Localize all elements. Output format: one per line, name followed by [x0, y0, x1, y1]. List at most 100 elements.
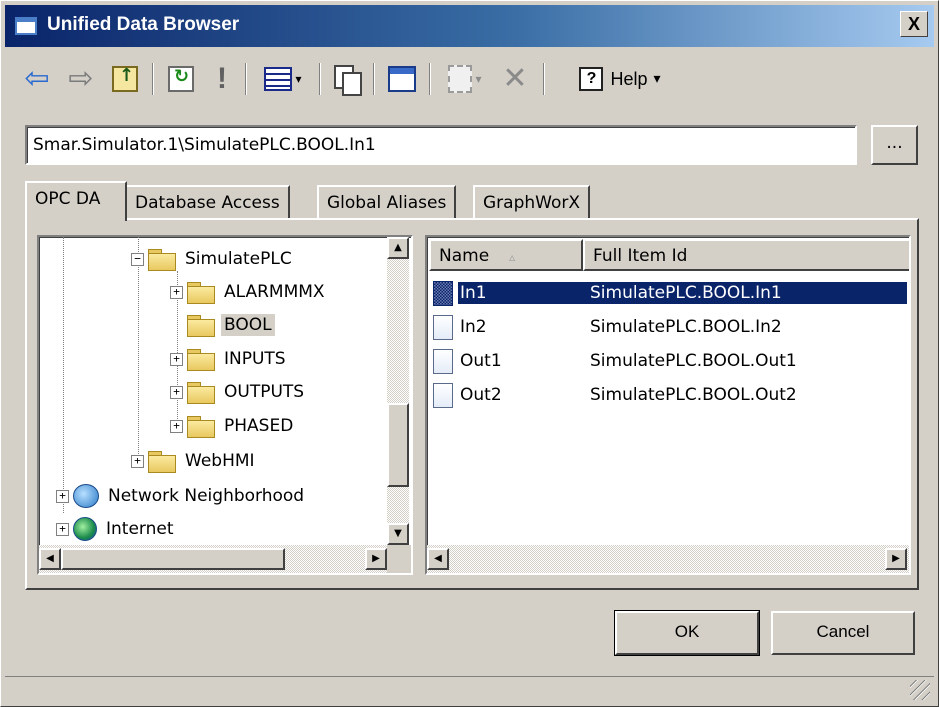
scroll-thumb[interactable] — [61, 548, 285, 570]
tree-view[interactable]: − SimulatePLC + ALARMMMX BOOL + INPUTS +… — [37, 235, 413, 575]
refresh-icon — [168, 66, 194, 92]
list-horizontal-scrollbar[interactable]: ◀ ▶ — [427, 545, 909, 573]
folder-icon — [187, 349, 215, 371]
toolbar-separator — [245, 63, 247, 95]
expand-toggle[interactable]: + — [56, 489, 69, 503]
resize-grip-icon[interactable] — [910, 680, 930, 700]
toolbar-separator — [152, 63, 154, 95]
tree-node-label: WebHMI — [185, 451, 255, 471]
cancel-button[interactable]: Cancel — [771, 611, 915, 655]
globe-icon — [73, 517, 97, 541]
chevron-down-icon: ▾ — [653, 71, 661, 87]
new-item-button[interactable]: ▾ — [439, 61, 491, 97]
item-name: Out1 — [460, 351, 502, 371]
tab-database-access[interactable]: Database Access — [125, 185, 290, 219]
tree-horizontal-scrollbar[interactable]: ◀ ▶ — [39, 545, 387, 573]
window-button[interactable] — [383, 61, 421, 97]
tree-node[interactable]: + INPUTS — [170, 344, 289, 374]
status-bar — [5, 676, 934, 704]
list-row[interactable]: In2 SimulatePLC.BOOL.In2 — [433, 312, 907, 342]
back-arrow-icon: ⇦ — [24, 61, 50, 96]
help-icon: ? — [579, 67, 604, 91]
expand-toggle[interactable]: + — [170, 285, 183, 299]
scroll-right-button[interactable]: ▶ — [365, 548, 387, 570]
tree-node-selected[interactable]: BOOL — [170, 310, 275, 340]
delete-button[interactable]: ✕ — [497, 61, 533, 97]
scroll-right-button[interactable]: ▶ — [885, 548, 907, 570]
help-label: Help — [610, 68, 648, 89]
list-row-selected[interactable]: In1 SimulatePLC.BOOL.In1 — [433, 278, 907, 308]
tree-node[interactable]: + OUTPUTS — [170, 377, 307, 407]
item-address-field[interactable]: Smar.Simulator.1\SimulatePLC.BOOL.In1 — [25, 125, 857, 165]
refresh-button[interactable] — [163, 61, 199, 97]
tree-node-label: BOOL — [221, 314, 275, 336]
delete-icon: ✕ — [502, 62, 528, 95]
tag-item-icon — [433, 280, 453, 306]
tree-node[interactable]: + Network Neighborhood — [56, 481, 307, 511]
expand-toggle[interactable]: + — [170, 419, 183, 433]
tree-node-label: SimulatePLC — [185, 249, 292, 269]
copy-button[interactable] — [329, 61, 365, 97]
scroll-left-button[interactable]: ◀ — [427, 548, 449, 570]
expand-toggle[interactable]: + — [56, 522, 69, 536]
toolbar: ⇦ ⇨ ! ▾ ▾ ✕ — [19, 57, 919, 101]
collapse-toggle[interactable]: − — [131, 252, 144, 266]
list-row[interactable]: Out1 SimulatePLC.BOOL.Out1 — [433, 346, 907, 376]
window-icon — [388, 66, 416, 92]
scroll-left-button[interactable]: ◀ — [39, 548, 61, 570]
expand-toggle[interactable]: + — [170, 352, 183, 366]
tree-node[interactable]: + ALARMMMX — [170, 277, 328, 307]
item-full-id: SimulatePLC.BOOL.In1 — [588, 282, 907, 304]
title-bar[interactable]: Unified Data Browser X — [5, 5, 934, 47]
tab-opc-da[interactable]: OPC DA — [25, 181, 127, 221]
scroll-thumb[interactable] — [387, 403, 409, 487]
back-button[interactable]: ⇦ — [19, 61, 55, 97]
exclamation-icon: ! — [217, 62, 227, 95]
tree-node-label: INPUTS — [224, 349, 286, 369]
tab-global-aliases[interactable]: Global Aliases — [317, 185, 457, 219]
column-header-label: Name — [439, 246, 490, 266]
tab-graphworx[interactable]: GraphWorX — [473, 185, 590, 219]
expand-toggle[interactable]: + — [170, 385, 183, 399]
folder-icon — [187, 382, 215, 404]
tree-node-label: Internet — [106, 519, 174, 539]
column-header-full-item-id[interactable]: Full Item Id — [583, 239, 909, 271]
tree-guide-line — [63, 237, 64, 513]
tree-node[interactable]: + WebHMI — [131, 446, 258, 476]
alert-button[interactable]: ! — [207, 61, 237, 97]
item-full-id: SimulatePLC.BOOL.In2 — [590, 317, 782, 337]
browse-button[interactable]: ... — [871, 125, 918, 165]
window-title: Unified Data Browser — [47, 14, 240, 35]
tree-node-label: OUTPUTS — [224, 382, 305, 402]
view-menu-icon — [264, 67, 293, 91]
toolbar-separator — [319, 63, 321, 95]
folder-icon — [148, 451, 176, 473]
tag-item-icon — [433, 382, 453, 408]
item-list-view[interactable]: Name ▵ Full Item Id In1 SimulatePLC.BOOL.… — [425, 235, 911, 575]
item-full-id: SimulatePLC.BOOL.Out2 — [590, 385, 797, 405]
new-item-icon — [448, 65, 473, 93]
forward-button[interactable]: ⇨ — [63, 61, 99, 97]
item-name: Out2 — [460, 385, 502, 405]
help-button[interactable]: ? Help ▾ — [555, 61, 685, 97]
network-icon — [73, 484, 99, 508]
app-window-icon — [15, 17, 37, 35]
expand-toggle[interactable]: + — [131, 454, 144, 468]
tree-node[interactable]: + Internet — [56, 514, 177, 544]
list-row[interactable]: Out2 SimulatePLC.BOOL.Out2 — [433, 380, 907, 410]
tree-node[interactable]: + PHASED — [170, 411, 296, 441]
up-folder-button[interactable] — [107, 61, 143, 97]
column-header-name[interactable]: Name ▵ — [429, 239, 583, 271]
view-menu-button[interactable]: ▾ — [255, 61, 311, 97]
tree-vertical-scrollbar[interactable]: ▲ ▼ — [387, 237, 409, 545]
close-button[interactable]: X — [900, 11, 928, 37]
ok-button[interactable]: OK — [614, 610, 760, 656]
scroll-up-button[interactable]: ▲ — [387, 237, 409, 259]
forward-arrow-icon: ⇨ — [68, 61, 94, 96]
item-full-id: SimulatePLC.BOOL.Out1 — [590, 351, 797, 371]
scroll-down-button[interactable]: ▼ — [387, 523, 409, 545]
scrollbar-corner — [387, 545, 411, 573]
tree-node[interactable]: − SimulatePLC — [131, 244, 295, 274]
toolbar-separator — [429, 63, 431, 95]
column-header-label: Full Item Id — [593, 246, 688, 266]
